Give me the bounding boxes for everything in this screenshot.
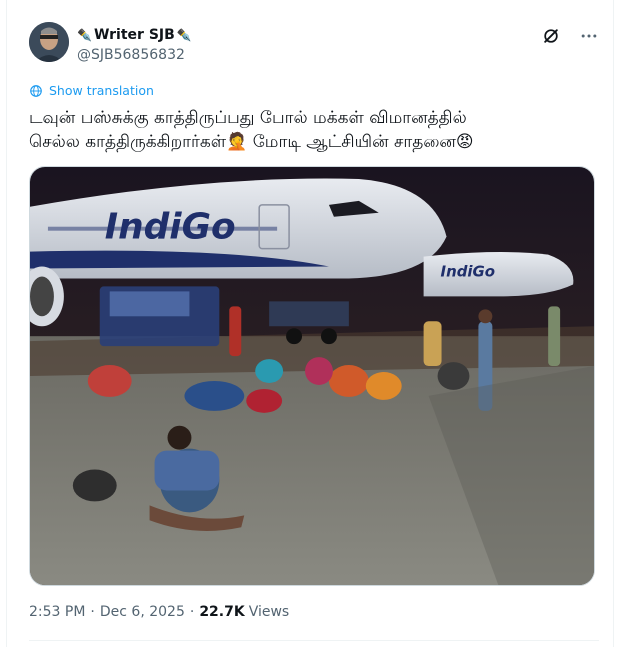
avatar-image [29,22,69,62]
tweet-time[interactable]: 2:53 PM [29,604,85,620]
airport-tarmac-photo: IndiGo IndiGo [30,167,594,585]
tweet-top-actions [541,26,599,46]
fountain-pen-icon: ✒️ [176,28,192,42]
views-count[interactable]: 22.7K [199,604,244,620]
author-handle[interactable]: @SJB56856832 [77,47,192,63]
tweet-media-photo[interactable]: IndiGo IndiGo [29,166,595,586]
tweet-text: டவுன் பஸ்சுக்கு காத்திருப்பது போல் மக்கள… [29,106,589,154]
indigo-livery-text-2: IndiGo [441,262,496,280]
views-label: Views [248,604,290,620]
author-name-row[interactable]: ✒️ Writer SJB ✒️ [77,26,192,44]
tweet-card: ✒️ Writer SJB ✒️ @SJB56856832 Show trans… [6,0,614,647]
fountain-pen-icon: ✒️ [77,28,92,42]
tweet-date[interactable]: Dec 6, 2025 [100,604,185,620]
grok-icon[interactable] [541,26,561,46]
meta-separator: · [189,604,195,620]
facepalm-emoji: 🤦 [226,132,248,152]
author-block: ✒️ Writer SJB ✒️ @SJB56856832 [77,26,192,63]
author-display-name[interactable]: Writer SJB [94,27,175,43]
tweet-text-line-2: செல்ல காத்திருக்கிறார்கள்🤦 மோடி ஆட்சியின… [29,130,589,154]
show-translation-label: Show translation [49,83,154,98]
show-translation-link[interactable]: Show translation [29,83,154,98]
more-horizontal-icon[interactable] [579,26,599,46]
globe-icon [30,84,42,97]
tweet-text-line-1: டவுன் பஸ்சுக்கு காத்திருப்பது போல் மக்கள… [29,108,467,128]
tweet-text-segment: செல்ல காத்திருக்கிறார்கள் [29,132,227,152]
divider [29,640,599,641]
tweet-text-segment: மோடி ஆட்சியின் சாதனை [247,132,456,152]
tweet-meta: 2:53 PM · Dec 6, 2025 · 22.7K Views [29,604,289,620]
angry-face-emoji: 😡 [455,132,474,152]
indigo-livery-text: IndiGo [105,207,236,248]
avatar[interactable] [29,22,69,62]
meta-separator: · [90,604,95,620]
